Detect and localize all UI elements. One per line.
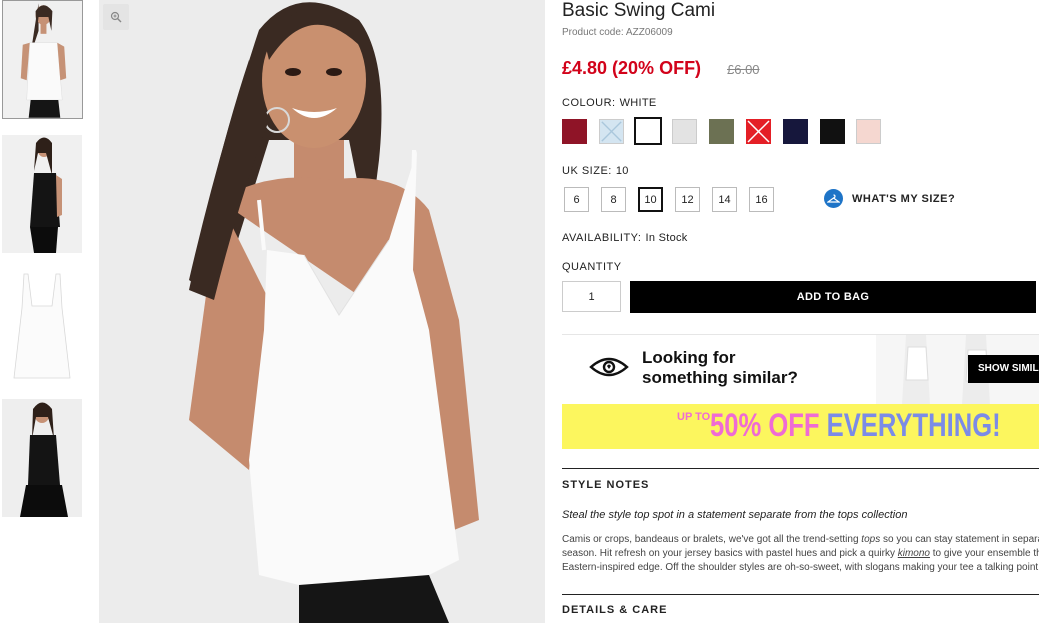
desc-text: so you can stay statement in separates t…: [882, 534, 1039, 545]
desc-line: Camis or crops, bandeaus or bralets, we'…: [562, 533, 1039, 547]
similar-line2: something similar?: [642, 368, 798, 387]
similar-line1: Looking for: [642, 348, 736, 367]
colour-swatch-burgundy[interactable]: [562, 119, 587, 144]
size-guide-link[interactable]: WHAT'S MY SIZE?: [824, 189, 955, 208]
size-guide-label: WHAT'S MY SIZE?: [852, 192, 956, 205]
size-option-8[interactable]: 8: [601, 187, 626, 212]
desc-text: season. Hit refresh on your jersey basic…: [562, 548, 898, 559]
original-price: £6.00: [727, 62, 760, 77]
colour-swatch-black[interactable]: [819, 119, 845, 144]
size-label-text: UK SIZE:: [562, 165, 612, 177]
model-photo: [99, 0, 545, 623]
promo-percent: 50% OFF: [710, 407, 827, 443]
desc-text: to give your ensemble that: [929, 548, 1039, 559]
details-care-heading[interactable]: DETAILS & CARE: [562, 604, 667, 616]
colour-label-text: COLOUR:: [562, 97, 616, 109]
product-code: Product code: AZZ06009: [562, 27, 673, 38]
size-label: UK SIZE: 10: [562, 165, 629, 177]
thumbnail-front[interactable]: [2, 0, 83, 119]
sale-price: £4.80 (20% OFF): [562, 58, 702, 78]
promo-upto: UP TO: [677, 411, 711, 423]
colour-swatch-khaki[interactable]: [709, 119, 735, 144]
size-option-16[interactable]: 16: [749, 187, 774, 212]
promo-everything: EVERYTHING!: [826, 407, 1001, 443]
desc-line: season. Hit refresh on your jersey basic…: [562, 547, 1039, 561]
thumbnail-black[interactable]: [2, 399, 82, 517]
zoom-icon[interactable]: [103, 4, 129, 30]
availability-value: In Stock: [645, 232, 688, 244]
colour-swatch-white[interactable]: [633, 117, 662, 145]
desc-line: Eastern-inspired edge. Off the shoulder …: [562, 561, 1039, 575]
size-option-12[interactable]: 12: [675, 187, 700, 212]
colour-label: COLOUR: WHITE: [562, 97, 657, 109]
promo-headline: 50% OFF EVERYTHING!: [710, 407, 1001, 444]
thumbnail-flat[interactable]: [2, 266, 82, 384]
quantity-label: QUANTITY: [562, 261, 622, 273]
style-notes-tagline: Steal the style top spot in a statement …: [562, 509, 908, 521]
eye-icon: [589, 357, 629, 377]
add-to-bag-button[interactable]: ADD TO BAG: [630, 281, 1036, 313]
size-option-14[interactable]: 14: [712, 187, 737, 212]
unavailable-cross-icon: [601, 121, 622, 142]
model-side-image: [2, 135, 82, 253]
promo-banner[interactable]: UP TO 50% OFF EVERYTHING!: [562, 404, 1039, 449]
colour-swatch-grey[interactable]: [672, 119, 698, 144]
kimono-link[interactable]: kimono: [898, 548, 930, 559]
colour-swatch-blush[interactable]: [856, 119, 882, 144]
style-notes-body: Camis or crops, bandeaus or bralets, we'…: [562, 533, 1039, 575]
colour-value: WHITE: [619, 97, 657, 109]
desc-text: Eastern-inspired edge. Off the shoulder …: [562, 562, 1039, 573]
divider: [562, 594, 1039, 595]
similar-banner: Looking for something similar? SHOW SIMI…: [562, 334, 1039, 405]
quantity-input[interactable]: 1: [562, 281, 621, 312]
colour-swatch-light-blue[interactable]: [598, 119, 624, 144]
style-notes-heading[interactable]: STYLE NOTES: [562, 479, 649, 491]
colour-swatch-navy[interactable]: [782, 119, 808, 144]
size-option-10[interactable]: 10: [638, 187, 663, 212]
main-product-image[interactable]: [99, 0, 545, 623]
show-similar-button[interactable]: SHOW SIMILAR: [968, 355, 1039, 383]
desc-text: Camis or crops, bandeaus or bralets, we'…: [562, 534, 862, 545]
similar-text: Looking for something similar?: [642, 348, 798, 388]
unavailable-cross-icon: [747, 120, 770, 143]
tops-link[interactable]: tops: [861, 534, 880, 545]
colour-swatch-red[interactable]: [746, 119, 771, 144]
thumbnail-side[interactable]: [2, 135, 82, 253]
model-front-image: [3, 1, 82, 118]
size-option-6[interactable]: 6: [564, 187, 589, 212]
availability: AVAILABILITY: In Stock: [562, 232, 688, 244]
hanger-icon: [824, 189, 843, 208]
flat-lay-image: [2, 266, 82, 384]
divider: [562, 468, 1039, 469]
product-title: Basic Swing Cami: [562, 0, 716, 21]
model-black-image: [2, 399, 82, 517]
size-value: 10: [615, 165, 629, 177]
availability-label: AVAILABILITY:: [562, 232, 642, 244]
